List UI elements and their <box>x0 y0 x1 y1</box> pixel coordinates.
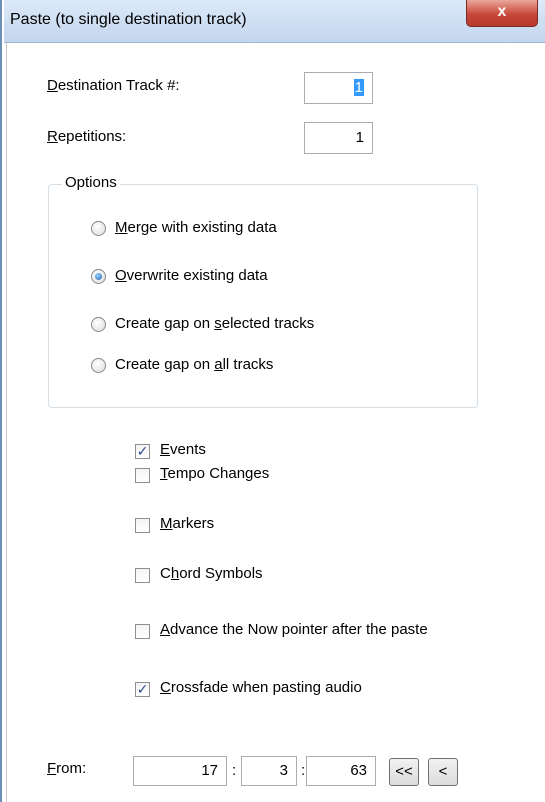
gap-selected-radio[interactable] <box>91 317 106 332</box>
chord-symbols-checkbox[interactable] <box>135 568 150 583</box>
rewind-to-start-button[interactable]: << <box>389 758 419 786</box>
tempo-checkbox[interactable] <box>135 468 150 483</box>
merge-label[interactable]: Merge with existing data <box>115 219 277 236</box>
events-label[interactable]: Events <box>160 441 206 458</box>
advance-now-label[interactable]: Advance the Now pointer after the paste <box>160 621 428 638</box>
from-bar-input[interactable]: 17 <box>133 756 227 786</box>
checkmark-icon: ✓ <box>136 443 149 459</box>
gap-selected-label[interactable]: Create gap on selected tracks <box>115 315 314 332</box>
time-separator: : <box>301 762 306 779</box>
chord-symbols-label[interactable]: Chord Symbols <box>160 565 263 582</box>
checkmark-icon: ✓ <box>136 681 149 697</box>
advance-now-checkbox[interactable] <box>135 624 150 639</box>
repetitions-input[interactable]: 1 <box>304 122 373 154</box>
close-icon: x <box>497 3 507 20</box>
from-beat-input[interactable]: 3 <box>241 756 297 786</box>
merge-radio[interactable] <box>91 221 106 236</box>
options-group-title: Options <box>62 174 120 191</box>
gap-all-label[interactable]: Create gap on all tracks <box>115 356 273 373</box>
double-chevron-left-icon: << <box>395 763 413 780</box>
close-button[interactable]: x <box>466 0 538 27</box>
from-tick-input[interactable]: 63 <box>306 756 376 786</box>
step-back-button[interactable]: < <box>428 758 458 786</box>
events-checkbox[interactable]: ✓ <box>135 444 150 459</box>
repetitions-label: Repetitions: <box>47 128 127 145</box>
overwrite-radio[interactable] <box>91 269 106 284</box>
paste-dialog: Paste (to single destination track) x De… <box>0 0 545 802</box>
destination-track-input[interactable]: 1 <box>304 72 373 104</box>
time-separator: : <box>232 762 237 779</box>
markers-checkbox[interactable] <box>135 518 150 533</box>
from-label: From: <box>47 760 87 777</box>
crossfade-checkbox[interactable]: ✓ <box>135 682 150 697</box>
chevron-left-icon: < <box>438 763 448 780</box>
options-group <box>48 184 478 408</box>
dialog-body: Destination Track #: 1 Repetitions: 1 Op… <box>6 43 545 802</box>
gap-all-radio[interactable] <box>91 358 106 373</box>
window-title: Paste (to single destination track) <box>10 11 247 28</box>
destination-track-label: Destination Track #: <box>47 77 180 94</box>
overwrite-label[interactable]: Overwrite existing data <box>115 267 268 284</box>
tempo-label[interactable]: Tempo Changes <box>160 465 269 482</box>
markers-label[interactable]: Markers <box>160 515 214 532</box>
crossfade-label[interactable]: Crossfade when pasting audio <box>160 679 362 696</box>
title-bar: Paste (to single destination track) x <box>4 0 545 43</box>
